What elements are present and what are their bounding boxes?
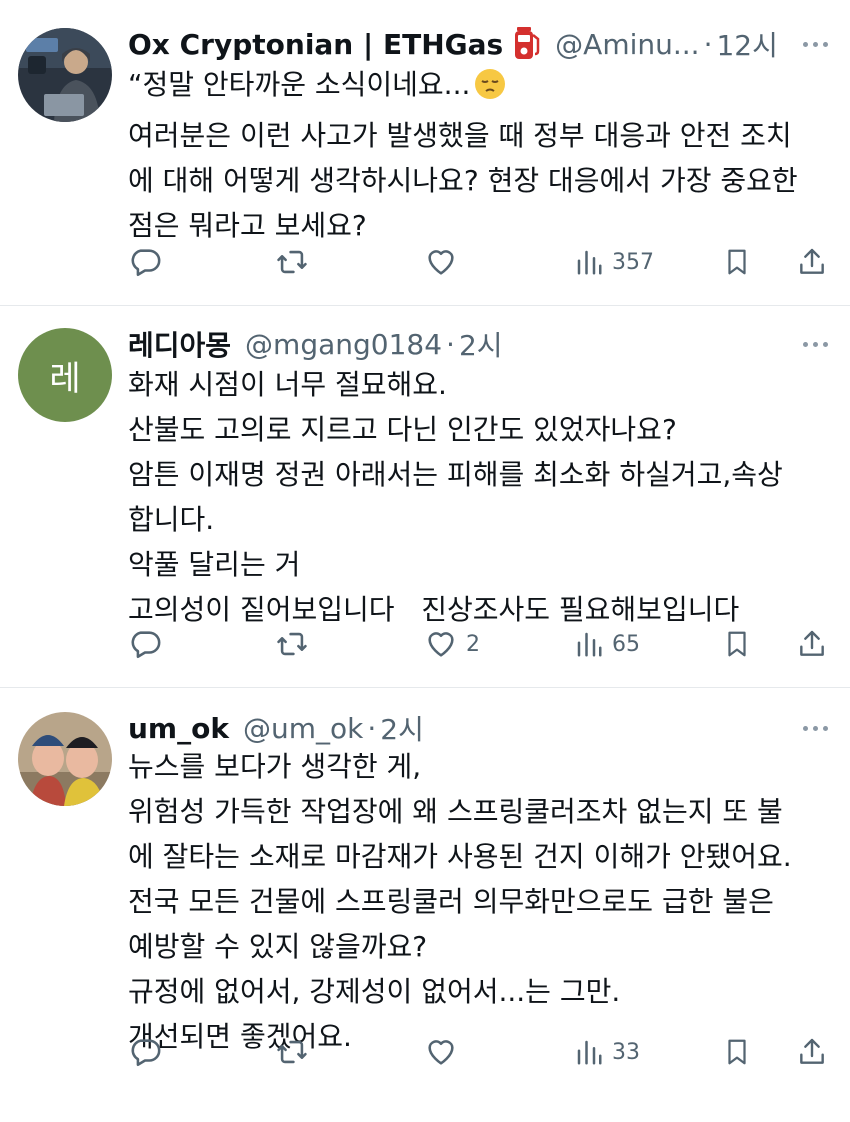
like-button[interactable] — [424, 242, 466, 282]
bookmark-button[interactable] — [722, 624, 752, 664]
text-line: 에 잘타는 소재로 마감재가 사용된 건지 이해가 안됐어요. — [128, 840, 792, 873]
pensive-face-icon — [474, 68, 506, 113]
action-bar: 2 65 — [128, 624, 830, 664]
reply-button[interactable] — [128, 624, 162, 664]
timestamp[interactable]: 12시 — [716, 24, 777, 64]
heart-icon — [428, 632, 454, 657]
repost-button[interactable] — [274, 1032, 310, 1072]
avatar[interactable]: 레 — [18, 328, 112, 422]
reply-icon — [131, 249, 161, 277]
text-line: 뉴스를 보다가 생각한 게, — [128, 750, 422, 783]
avatar[interactable] — [18, 28, 112, 122]
text-line: 전국 모든 건물에 스프링쿨러 의무화만으로도 급한 불은 — [128, 885, 774, 918]
more-options-icon[interactable] — [803, 342, 828, 347]
display-name[interactable]: Ox Cryptonian | ETHGas — [128, 28, 503, 61]
bookmark-button[interactable] — [722, 1032, 752, 1072]
share-icon — [800, 248, 824, 274]
repost-button[interactable] — [274, 242, 310, 282]
bookmark-icon — [728, 249, 746, 275]
text-line: 에 대해 어떻게 생각하시나요? 현장 대응에서 가장 중요한 — [128, 164, 798, 197]
share-button[interactable] — [796, 624, 828, 664]
heart-icon — [428, 250, 454, 275]
user-handle[interactable]: @um_ok — [243, 712, 363, 745]
tweet-text: “정말 안타까운 소식이네요... 여러분은 이런 사고가 발생했을 때 정부 … — [128, 62, 834, 248]
like-count: 2 — [466, 631, 480, 657]
text-line: 합니다. — [128, 503, 215, 536]
separator: · — [703, 27, 713, 61]
display-name[interactable]: 레디아몽 — [128, 324, 231, 364]
text-line: 위험성 가득한 작업장에 왜 스프링쿨러조차 없는지 또 불 — [128, 795, 783, 828]
view-count: 357 — [612, 249, 654, 275]
like-button[interactable]: 2 — [424, 624, 480, 664]
tweet-text: 화재 시점이 너무 절묘해요. 산불도 고의로 지르고 다닌 인간도 있었자나요… — [128, 362, 834, 632]
text-line: 화재 시점이 너무 절묘해요. — [128, 368, 447, 401]
timestamp[interactable]: 2시 — [380, 708, 424, 748]
more-options-icon[interactable] — [803, 726, 828, 731]
action-bar: 357 — [128, 242, 830, 282]
reply-button[interactable] — [128, 1032, 162, 1072]
repost-icon — [277, 632, 307, 656]
repost-icon — [277, 1040, 307, 1064]
separator: · — [367, 711, 377, 745]
action-bar: 33 — [128, 1032, 830, 1072]
share-button[interactable] — [796, 242, 828, 282]
text-line: 악풀 달리는 거 — [128, 548, 301, 581]
fuel-pump-icon[interactable] — [513, 27, 541, 61]
heart-icon — [428, 1040, 454, 1065]
share-button[interactable] — [796, 1032, 828, 1072]
reply-icon — [131, 1039, 161, 1067]
text-line: 여러분은 이런 사고가 발생했을 때 정부 대응과 안전 조치 — [128, 119, 792, 152]
repost-button[interactable] — [274, 624, 310, 664]
tweet-header: 레디아몽 @mgang0184 · 2시 — [128, 324, 503, 364]
text-line: “정말 안타까운 소식이네요... — [128, 62, 834, 113]
views-button[interactable]: 65 — [574, 624, 640, 664]
bookmark-button[interactable] — [722, 242, 752, 282]
reply-icon — [131, 631, 161, 659]
avatar[interactable] — [18, 712, 112, 806]
bookmark-icon — [728, 631, 746, 657]
text-line: 산불도 고의로 지르고 다닌 인간도 있었자나요? — [128, 413, 677, 446]
view-count: 33 — [612, 1039, 640, 1065]
text-line: 규정에 없어서, 강제성이 없어서...는 그만. — [128, 975, 621, 1008]
user-handle[interactable]: @mgang0184 — [245, 328, 442, 361]
more-options-icon[interactable] — [803, 42, 828, 47]
views-button[interactable]: 33 — [574, 1032, 640, 1072]
views-button[interactable]: 357 — [574, 242, 654, 282]
user-handle[interactable]: @Aminu... — [555, 28, 699, 61]
reply-button[interactable] — [128, 242, 162, 282]
view-count: 65 — [612, 631, 640, 657]
tweet[interactable]: um_ok @um_ok · 2시 뉴스를 보다가 생각한 게, 위험성 가득한… — [0, 688, 850, 1102]
tweet-text: 뉴스를 보다가 생각한 게, 위험성 가득한 작업장에 왜 스프링쿨러조차 없는… — [128, 744, 834, 1059]
tweet[interactable]: 레 레디아몽 @mgang0184 · 2시 화재 시점이 너무 절묘해요. 산… — [0, 306, 850, 688]
text-line: 예방할 수 있지 않을까요? — [128, 930, 428, 963]
analytics-icon — [577, 250, 602, 275]
tweet[interactable]: Ox Cryptonian | ETHGas @Aminu... · 12시 “… — [0, 0, 850, 306]
display-name[interactable]: um_ok — [128, 712, 229, 745]
share-icon — [800, 630, 824, 656]
analytics-icon — [577, 632, 602, 657]
share-icon — [800, 1038, 824, 1064]
like-button[interactable] — [424, 1032, 466, 1072]
tweet-header: um_ok @um_ok · 2시 — [128, 708, 424, 748]
bookmark-icon — [728, 1039, 746, 1065]
analytics-icon — [577, 1040, 602, 1065]
timestamp[interactable]: 2시 — [459, 324, 503, 364]
repost-icon — [277, 250, 307, 274]
separator: · — [446, 327, 455, 361]
tweet-header: Ox Cryptonian | ETHGas @Aminu... · 12시 — [128, 26, 778, 62]
text-line: 암튼 이재명 정권 아래서는 피해를 최소화 하실거고,속상 — [128, 458, 783, 491]
